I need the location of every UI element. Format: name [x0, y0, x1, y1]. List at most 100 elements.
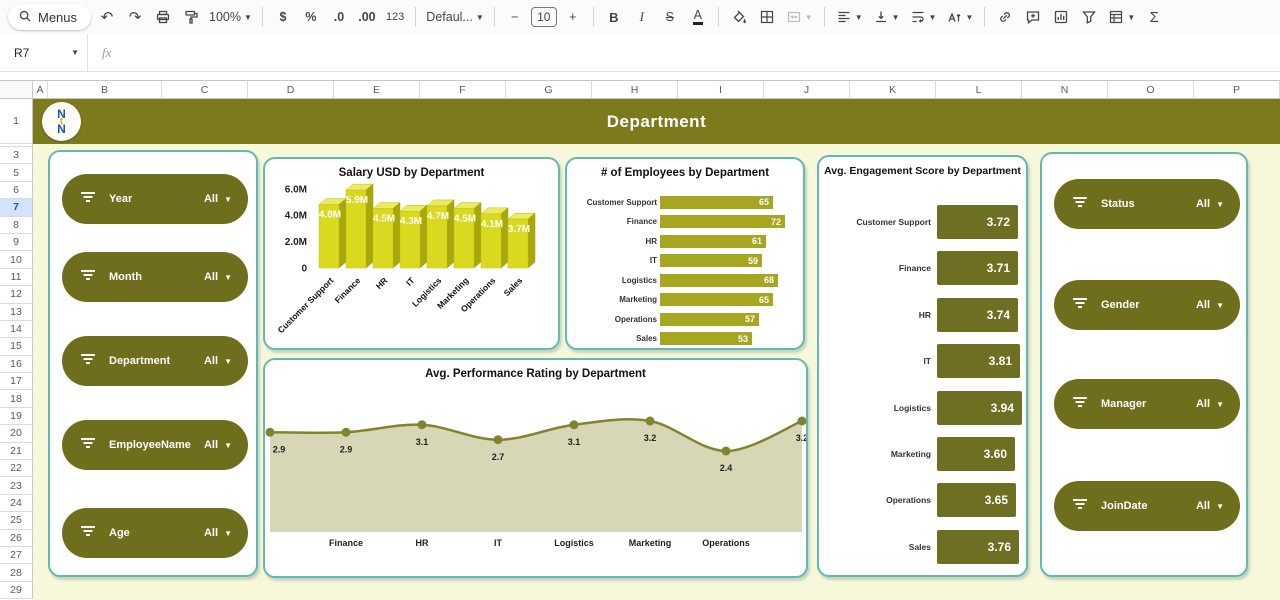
increase-font-size-button[interactable]: +	[561, 5, 585, 29]
row-header-26[interactable]: 26	[0, 530, 33, 547]
strikethrough-button[interactable]: S	[658, 5, 682, 29]
format-currency-button[interactable]: $	[271, 5, 295, 29]
decrease-font-size-button[interactable]: −	[503, 5, 527, 29]
column-header-N[interactable]: N	[1022, 81, 1108, 98]
filter-value-dropdown[interactable]: All ▼	[1196, 299, 1224, 311]
row-header-13[interactable]: 13	[0, 304, 33, 321]
vertical-align-button[interactable]: ▼	[870, 5, 903, 29]
row-header-8[interactable]: 8	[0, 217, 33, 234]
filter-pill-joindate[interactable]: JoinDateAll ▼	[1054, 481, 1240, 531]
text-wrap-button[interactable]: ▼	[907, 5, 940, 29]
row-header-1[interactable]: 1	[0, 99, 33, 144]
row-header-17[interactable]: 17	[0, 373, 33, 390]
salary-chart[interactable]: Salary USD by Department 6.0M4.0M2.0M04.…	[263, 157, 560, 350]
menus-button[interactable]: Menus	[8, 4, 91, 30]
row-header-9[interactable]: 9	[0, 234, 33, 251]
column-header-P[interactable]: P	[1194, 81, 1280, 98]
row-header-11[interactable]: 11	[0, 269, 33, 286]
filter-pill-age[interactable]: AgeAll ▼	[62, 508, 248, 558]
filter-pill-department[interactable]: DepartmentAll ▼	[62, 336, 248, 386]
row-header-21[interactable]: 21	[0, 443, 33, 460]
merge-cells-button[interactable]: ▼	[783, 5, 816, 29]
filter-pill-year[interactable]: YearAll ▼	[62, 174, 248, 224]
column-header-B[interactable]: B	[48, 81, 162, 98]
filter-value-dropdown[interactable]: All ▼	[1196, 500, 1224, 512]
filter-pill-gender[interactable]: GenderAll ▼	[1054, 280, 1240, 330]
text-color-button[interactable]: A	[686, 5, 710, 29]
filter-views-button[interactable]: ▼	[1105, 5, 1138, 29]
row-header-23[interactable]: 23	[0, 477, 33, 494]
employees-chart[interactable]: # of Employees by Department Customer Su…	[565, 157, 805, 350]
row-header-29[interactable]: 29	[0, 582, 33, 599]
column-header-L[interactable]: L	[936, 81, 1022, 98]
column-header-C[interactable]: C	[162, 81, 248, 98]
insert-link-button[interactable]	[993, 5, 1017, 29]
column-header-A[interactable]: A	[33, 81, 48, 98]
font-select[interactable]: Defaul...▼	[424, 5, 485, 29]
row-header-7[interactable]: 7	[0, 199, 33, 216]
redo-button[interactable]: ↷	[123, 5, 147, 29]
italic-button[interactable]: I	[630, 5, 654, 29]
print-button[interactable]	[151, 5, 175, 29]
row-header-28[interactable]: 28	[0, 564, 33, 581]
filter-value-dropdown[interactable]: All ▼	[204, 193, 232, 205]
row-header-5[interactable]: 5	[0, 164, 33, 181]
column-header-F[interactable]: F	[420, 81, 506, 98]
column-header-H[interactable]: H	[592, 81, 678, 98]
more-formats-button[interactable]: 123	[383, 5, 407, 29]
row-header-10[interactable]: 10	[0, 251, 33, 268]
row-header-12[interactable]: 12	[0, 286, 33, 303]
filter-value-dropdown[interactable]: All ▼	[1196, 198, 1224, 210]
row-header-14[interactable]: 14	[0, 321, 33, 338]
filter-value-dropdown[interactable]: All ▼	[204, 439, 232, 451]
font-size-input[interactable]: 10	[531, 7, 557, 27]
performance-chart[interactable]: Avg. Performance Rating by Department 2.…	[263, 358, 808, 578]
text-rotation-button[interactable]: ▼	[943, 5, 976, 29]
row-header-6[interactable]: 6	[0, 182, 33, 199]
row-header-16[interactable]: 16	[0, 356, 33, 373]
column-header-O[interactable]: O	[1108, 81, 1194, 98]
fill-color-button[interactable]	[727, 5, 751, 29]
filter-pill-status[interactable]: StatusAll ▼	[1054, 179, 1240, 229]
zoom-select[interactable]: 100%▼	[207, 5, 254, 29]
create-filter-button[interactable]	[1077, 5, 1101, 29]
row-header-20[interactable]: 20	[0, 425, 33, 442]
column-header-I[interactable]: I	[678, 81, 764, 98]
row-header-18[interactable]: 18	[0, 390, 33, 407]
name-box[interactable]: R7 ▼	[0, 34, 88, 71]
format-percent-button[interactable]: %	[299, 5, 323, 29]
decrease-decimals-button[interactable]: .0	[327, 5, 351, 29]
filter-pill-employeename[interactable]: EmployeeNameAll ▼	[62, 420, 248, 470]
filter-value-dropdown[interactable]: All ▼	[204, 355, 232, 367]
row-header-19[interactable]: 19	[0, 408, 33, 425]
column-header-G[interactable]: G	[506, 81, 592, 98]
insert-comment-button[interactable]	[1021, 5, 1045, 29]
bold-button[interactable]: B	[602, 5, 626, 29]
row-header-25[interactable]: 25	[0, 512, 33, 529]
sheet-grid[interactable]: N t N Department YearAll ▼MonthAll ▼Depa…	[33, 99, 1280, 600]
row-header-24[interactable]: 24	[0, 495, 33, 512]
row-header-22[interactable]: 22	[0, 460, 33, 477]
undo-button[interactable]: ↶	[95, 5, 119, 29]
filter-value-dropdown[interactable]: All ▼	[204, 527, 232, 539]
engagement-chart[interactable]: Avg. Engagement Score by Department Cust…	[817, 155, 1028, 577]
column-header-D[interactable]: D	[248, 81, 334, 98]
borders-button[interactable]	[755, 5, 779, 29]
row-header-3[interactable]: 3	[0, 147, 33, 164]
filter-pill-month[interactable]: MonthAll ▼	[62, 252, 248, 302]
row-header-15[interactable]: 15	[0, 338, 33, 355]
row-header-27[interactable]: 27	[0, 547, 33, 564]
select-all-corner[interactable]	[0, 81, 33, 98]
formula-input[interactable]	[111, 34, 1280, 71]
column-header-J[interactable]: J	[764, 81, 850, 98]
increase-decimals-button[interactable]: .00	[355, 5, 379, 29]
horizontal-align-button[interactable]: ▼	[833, 5, 866, 29]
insert-chart-button[interactable]	[1049, 5, 1073, 29]
filter-value-dropdown[interactable]: All ▼	[1196, 398, 1224, 410]
filter-value-dropdown[interactable]: All ▼	[204, 271, 232, 283]
filter-pill-manager[interactable]: ManagerAll ▼	[1054, 379, 1240, 429]
paint-format-button[interactable]	[179, 5, 203, 29]
column-header-K[interactable]: K	[850, 81, 936, 98]
column-header-E[interactable]: E	[334, 81, 420, 98]
functions-button[interactable]: Σ	[1142, 5, 1166, 29]
